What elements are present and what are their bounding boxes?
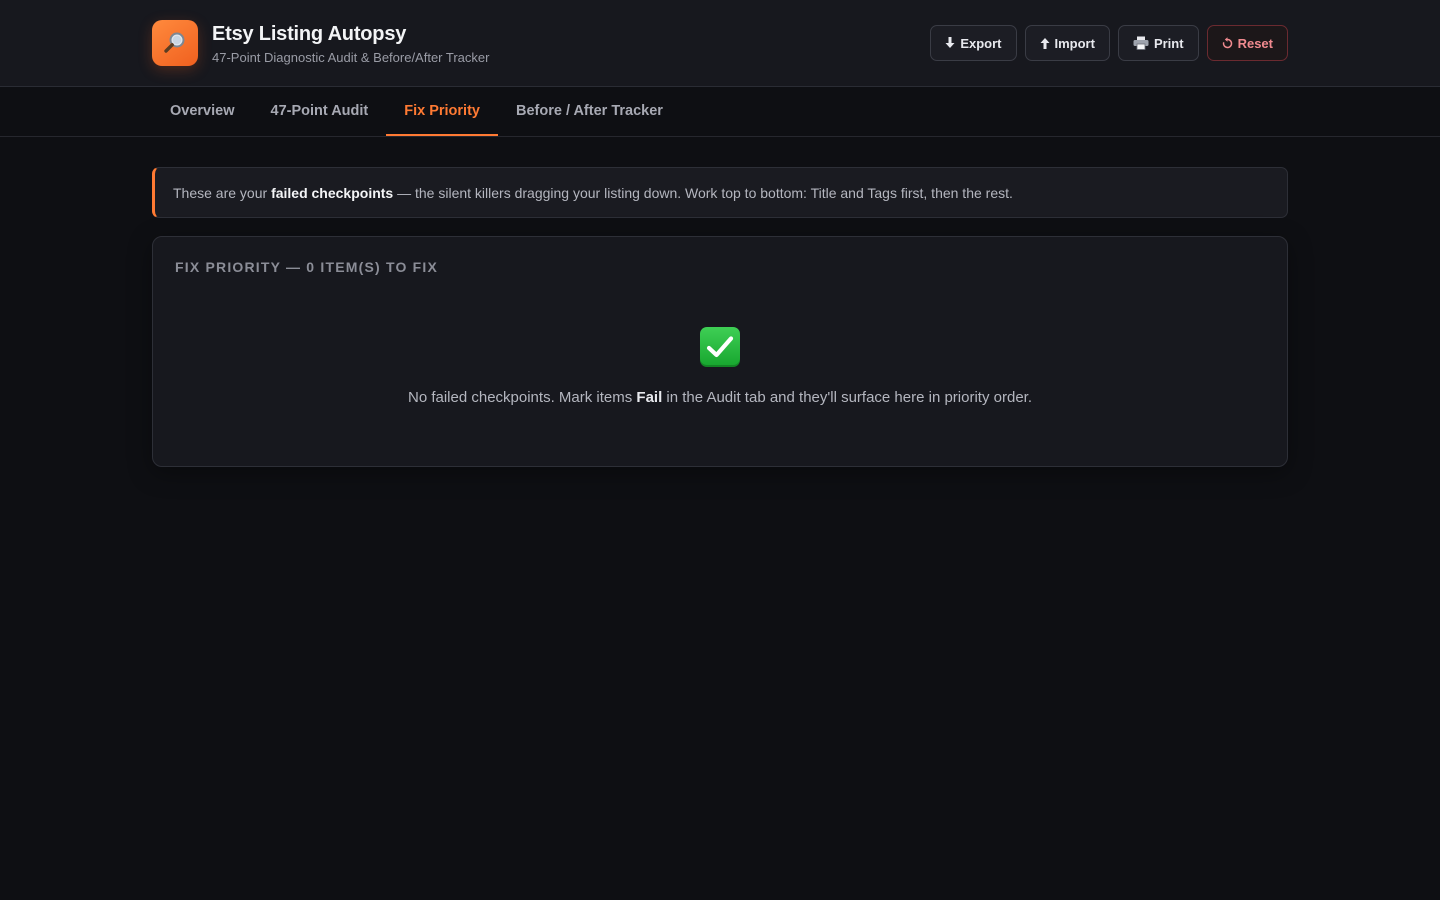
download-arrow-icon xyxy=(945,37,955,49)
import-label: Import xyxy=(1054,35,1095,51)
check-mark-icon xyxy=(700,327,740,367)
magnifier-icon xyxy=(152,20,198,66)
reset-icon xyxy=(1222,37,1233,49)
card-title: Fix Priority — 0 item(s) to fix xyxy=(175,259,439,275)
banner-emphasis: failed checkpoints xyxy=(271,184,394,201)
empty-emphasis: Fail xyxy=(636,389,663,406)
brand: Etsy Listing Autopsy 47-Point Diagnostic… xyxy=(152,20,489,66)
tab-before-after-tracker[interactable]: Before / After Tracker xyxy=(498,87,681,136)
tab-fix-priority[interactable]: Fix Priority xyxy=(386,87,498,136)
tab-bar: Overview 47-Point Audit Fix Priority Bef… xyxy=(0,87,1440,137)
empty-prefix: No failed checkpoints. Mark items xyxy=(407,389,637,406)
print-button[interactable]: Print xyxy=(1117,25,1199,61)
info-banner: These are your failed checkpoints — the … xyxy=(152,167,1288,218)
app-header: Etsy Listing Autopsy 47-Point Diagnostic… xyxy=(0,0,1440,87)
empty-message: No failed checkpoints. Mark items Fail i… xyxy=(408,389,1032,406)
toolbar: Export Import Print Reset xyxy=(930,25,1288,61)
upload-arrow-icon xyxy=(1040,37,1050,49)
main-content: These are your failed checkpoints — the … xyxy=(152,167,1288,467)
banner-text: These are your failed checkpoints — the … xyxy=(173,185,1013,201)
reset-label: Reset xyxy=(1237,35,1273,51)
app-subtitle: 47-Point Diagnostic Audit & Before/After… xyxy=(212,50,490,65)
import-button[interactable]: Import xyxy=(1024,25,1110,61)
export-label: Export xyxy=(960,35,1002,51)
banner-prefix: These are your xyxy=(173,184,272,201)
app-title: Etsy Listing Autopsy xyxy=(212,23,407,45)
export-button[interactable]: Export xyxy=(930,25,1017,61)
tab-47-point-audit[interactable]: 47-Point Audit xyxy=(253,87,387,136)
tab-overview[interactable]: Overview xyxy=(152,87,253,136)
empty-state: No failed checkpoints. Mark items Fail i… xyxy=(175,327,1265,406)
fix-priority-card: Fix Priority — 0 item(s) to fix No faile… xyxy=(152,236,1288,467)
empty-suffix: in the Audit tab and they'll surface her… xyxy=(662,389,1032,406)
reset-button[interactable]: Reset xyxy=(1206,25,1288,61)
print-label: Print xyxy=(1153,35,1184,51)
printer-icon xyxy=(1133,36,1149,50)
banner-suffix: — the silent killers dragging your listi… xyxy=(393,184,1013,201)
